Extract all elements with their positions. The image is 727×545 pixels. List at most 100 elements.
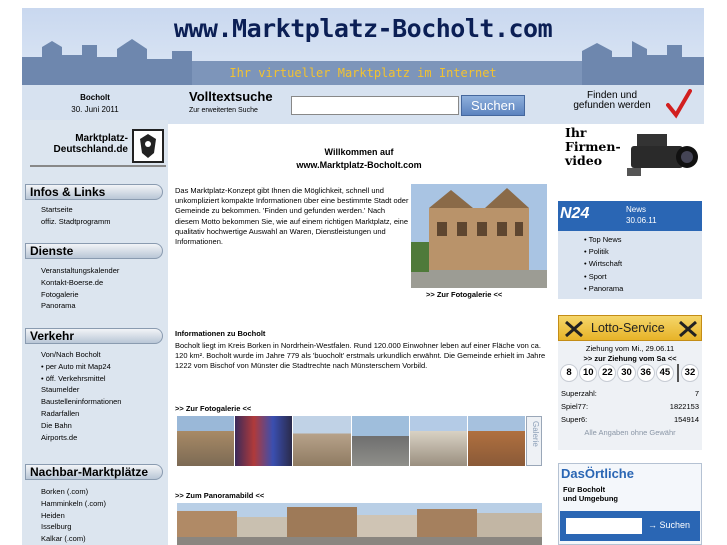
n24-item-top-news[interactable]: • Top News: [584, 234, 702, 246]
gallery-tab[interactable]: Galerie: [526, 416, 542, 466]
panorama-image[interactable]: [177, 503, 542, 545]
fotogalerie-link-top[interactable]: >> Zur Fotogalerie <<: [426, 290, 502, 299]
sidebar-item-hamminkeln[interactable]: Hamminkeln (.com): [41, 498, 166, 510]
page: www.Marktplatz-Bocholt.com Ihr virtuelle…: [22, 8, 704, 545]
sidebar-item-bahn[interactable]: Die Bahn: [41, 420, 166, 432]
site-header: www.Marktplatz-Bocholt.com Ihr virtuelle…: [22, 8, 704, 85]
lotto-ball: 8: [560, 364, 579, 382]
oe-line2: und Umgebung: [563, 494, 618, 503]
lotto-title: Lotto-Service: [591, 321, 665, 335]
current-date: 30. Juni 2011: [71, 105, 119, 114]
sidebar-item-fotogalerie[interactable]: Fotogalerie: [41, 289, 166, 301]
lotto-ball: 36: [636, 364, 655, 382]
fotogalerie-link[interactable]: >> Zur Fotogalerie <<: [175, 404, 251, 413]
sidebar-item-startseite[interactable]: Startseite: [41, 204, 166, 216]
n24-item-politik[interactable]: • Politik: [584, 246, 702, 258]
sidebar-item-kontakt-boerse[interactable]: Kontakt-Boerse.de: [41, 277, 166, 289]
das-oertliche-logo: DasÖrtliche: [561, 466, 634, 481]
sidebar-item-radarfallen[interactable]: Radarfallen: [41, 408, 166, 420]
info-heading: Informationen zu Bocholt: [175, 329, 266, 338]
advanced-search-link[interactable]: Zur erweiterten Suche: [189, 107, 258, 114]
search-button[interactable]: Suchen: [461, 95, 525, 116]
lotto-separator: [676, 364, 679, 382]
logo-line2: Deutschland.de: [53, 144, 128, 155]
section-verkehr: Verkehr: [25, 328, 163, 344]
lotto-results: Ziehung vom Mi., 29.06.11 >> zur Ziehung…: [558, 341, 702, 450]
checkmark-icon: [666, 89, 692, 119]
gallery-thumb[interactable]: [293, 416, 351, 466]
sidebar-item-isselburg[interactable]: Isselburg: [41, 521, 166, 533]
lotto-row-spiel77: Spiel77: 1822153: [561, 402, 699, 411]
oe-search-button[interactable]: → Suchen: [648, 520, 690, 530]
finden-line2: gefunden werden: [573, 100, 651, 111]
sidebar-item-kalkar[interactable]: Kalkar (.com): [41, 533, 166, 545]
info-text: Bocholt liegt im Kreis Borken in Nordrhe…: [175, 341, 546, 371]
crest-icon: [132, 129, 164, 163]
sidebar-item-heiden[interactable]: Heiden: [41, 510, 166, 522]
right-sidebar: Ihr Firmen- video N24 News 30.06.11 • To…: [557, 120, 704, 545]
location-city: Bocholt: [80, 93, 110, 102]
left-sidebar: Marktplatz- Deutschland.de Infos & Links…: [22, 120, 168, 545]
n24-item-wirtschaft[interactable]: • Wirtschaft: [584, 258, 702, 270]
marktplatz-deutschland-logo[interactable]: Marktplatz- Deutschland.de: [26, 127, 166, 169]
lotto-ball: 45: [655, 364, 674, 382]
gallery-thumb[interactable]: [467, 416, 526, 466]
lotto-ball: 22: [598, 364, 617, 382]
lotto-cross-icon: [565, 320, 583, 338]
lotto-cross-icon: [679, 320, 697, 338]
lotto-header[interactable]: Lotto-Service: [558, 315, 702, 341]
search-input[interactable]: [291, 96, 459, 115]
lotto-ball: 30: [617, 364, 636, 382]
gallery-thumb[interactable]: [235, 416, 293, 466]
sidebar-item-staumelder[interactable]: Staumelder: [41, 384, 166, 396]
intro-text: Das Marktplatz-Konzept gibt Ihnen die Mö…: [175, 186, 409, 247]
section-nachbar-marktplaetze: Nachbar-Marktplätze: [25, 464, 163, 480]
sidebar-item-baustellen[interactable]: Baustelleninformationen: [41, 396, 166, 408]
welcome-line2: www.Marktplatz-Bocholt.com: [296, 160, 422, 170]
sidebar-item-oepnv[interactable]: • öff. Verkehrsmittel: [41, 373, 166, 385]
n24-news-list: • Top News • Politik • Wirtschaft • Spor…: [558, 231, 702, 299]
main-content: Willkommen auf www.Marktplatz-Bocholt.co…: [174, 120, 552, 545]
lotto-row-super6: Super6: 154914: [561, 415, 699, 424]
oe-search-input[interactable]: [566, 518, 642, 534]
lotto-extra-ball: 32: [680, 364, 700, 382]
video-camera-icon: [627, 134, 698, 176]
n24-header[interactable]: N24 News 30.06.11: [558, 201, 702, 231]
das-oertliche-widget: DasÖrtliche Für Bocholt und Umgebung → S…: [558, 463, 702, 545]
n24-date: 30.06.11: [626, 216, 657, 225]
sidebar-item-stadtprogramm[interactable]: offiz. Stadtprogramm: [41, 216, 166, 228]
section-infos-links: Infos & Links: [25, 184, 163, 200]
panorama-link[interactable]: >> Zum Panoramabild <<: [175, 491, 264, 500]
n24-item-panorama[interactable]: • Panorama: [584, 283, 702, 295]
town-hall-photo[interactable]: [411, 184, 547, 288]
gallery-thumb[interactable]: [351, 416, 409, 466]
logo-line1: Marktplatz-: [75, 133, 128, 144]
sidebar-item-von-nach[interactable]: Von/Nach Bocholt: [41, 349, 166, 361]
finden-slogan: Finden und gefunden werden: [569, 91, 655, 111]
firmenvideo-ad[interactable]: Ihr Firmen- video: [565, 126, 704, 184]
oe-line1: Für Bocholt: [563, 485, 606, 494]
lotto-row-superzahl: Superzahl: 7: [561, 389, 699, 398]
video-line1: Ihr: [565, 125, 587, 140]
subheader-bar: Bocholt 30. Juni 2011 Volltextsuche Zur …: [22, 85, 704, 124]
sidebar-item-panorama[interactable]: Panorama: [41, 300, 166, 312]
search-title: Volltextsuche: [189, 89, 273, 104]
lotto-next-draw-link[interactable]: >> zur Ziehung vom Sa <<: [558, 354, 702, 363]
welcome-line1: Willkommen auf: [324, 147, 394, 157]
photo-gallery-strip[interactable]: [177, 416, 526, 466]
nachbar-list: Borken (.com) Hamminkeln (.com) Heiden I…: [41, 486, 166, 545]
sidebar-item-map24[interactable]: • per Auto mit Map24: [41, 361, 166, 373]
n24-logo: N24: [560, 205, 620, 227]
dienste-list: Veranstaltungskalender Kontakt-Boerse.de…: [41, 265, 166, 312]
n24-item-sport[interactable]: • Sport: [584, 271, 702, 283]
sidebar-item-borken[interactable]: Borken (.com): [41, 486, 166, 498]
sidebar-item-airports[interactable]: Airports.de: [41, 432, 166, 444]
lotto-draw-date: Ziehung vom Mi., 29.06.11: [585, 344, 675, 353]
gallery-thumb[interactable]: [409, 416, 467, 466]
n24-news-label: News: [626, 205, 647, 214]
gallery-thumb[interactable]: [177, 416, 235, 466]
lotto-ball: 10: [579, 364, 598, 382]
logo-divider: [30, 165, 166, 167]
sidebar-item-veranstaltungskalender[interactable]: Veranstaltungskalender: [41, 265, 166, 277]
verkehr-list: Von/Nach Bocholt • per Auto mit Map24 • …: [41, 349, 166, 443]
